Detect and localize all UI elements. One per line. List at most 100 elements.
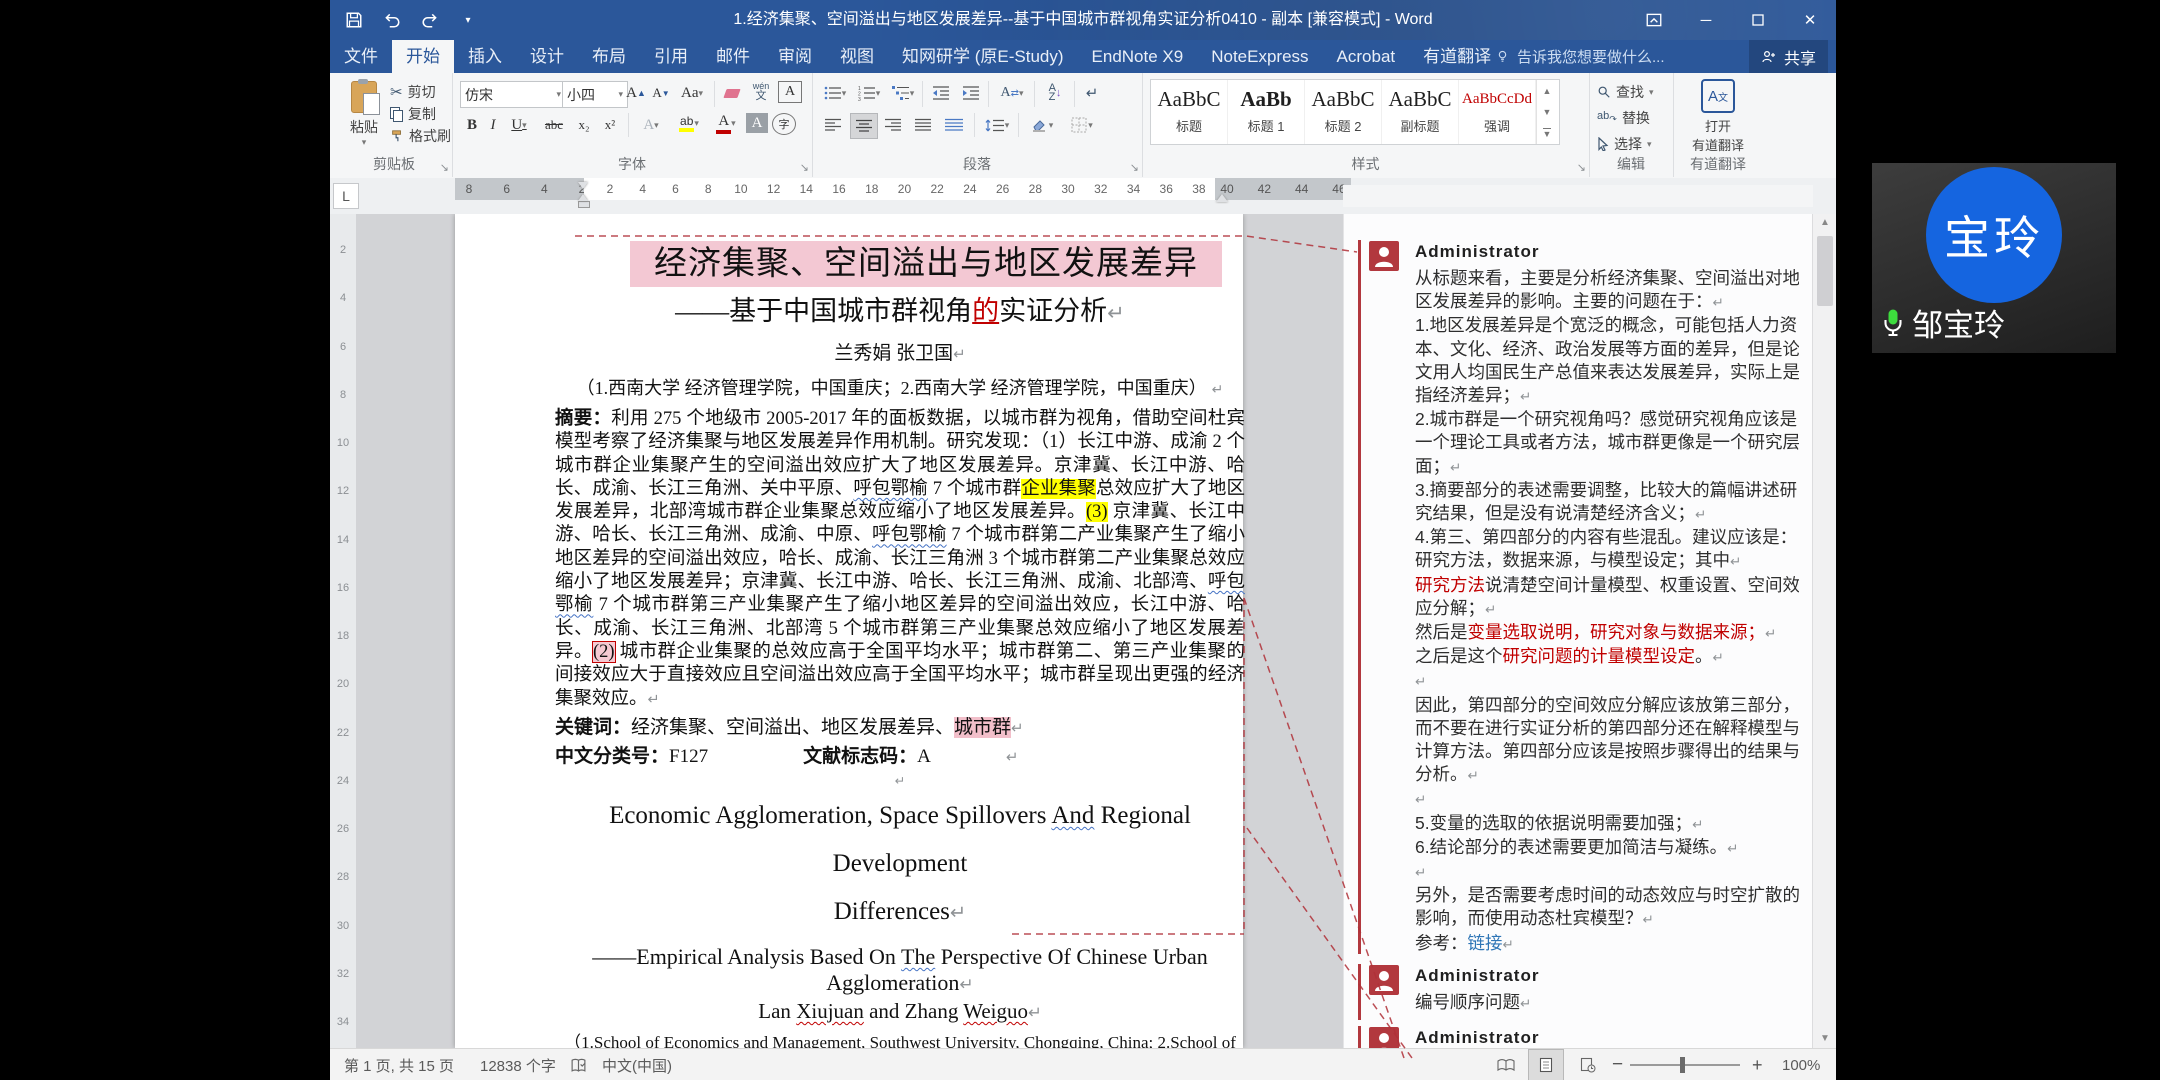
- youdao-open-button[interactable]: A文 打开 有道翻译: [1673, 79, 1763, 154]
- comment-card[interactable]: Administrator 少了对应的英文关键词↵: [1358, 1026, 1799, 1048]
- zoom-slider-track[interactable]: [1630, 1064, 1740, 1066]
- tab-design[interactable]: 设计: [516, 40, 578, 73]
- format-painter-button[interactable]: 格式刷: [390, 125, 451, 147]
- vertical-scrollbar[interactable]: ▲ ▼: [1812, 214, 1836, 1048]
- horizontal-ruler-left-margin[interactable]: 8642: [455, 178, 596, 200]
- tab-stop-selector[interactable]: L: [333, 183, 359, 209]
- find-button[interactable]: 查找▾: [1597, 81, 1654, 103]
- document-page[interactable]: 经济集聚、空间溢出与地区发展差异 ——基于中国城市群视角的实证分析↵ 兰秀娟 张…: [455, 214, 1243, 1048]
- bullets-button[interactable]: ▾: [820, 81, 850, 105]
- zoom-level[interactable]: 100%: [1782, 1049, 1820, 1080]
- horizontal-ruler[interactable]: 2468101214161820222426283032343638: [584, 178, 1215, 200]
- tab-acrobat[interactable]: Acrobat: [1323, 40, 1410, 73]
- align-left-button[interactable]: [820, 113, 846, 137]
- styles-dialog-launcher-icon[interactable]: ↘: [1577, 161, 1586, 174]
- tab-layout[interactable]: 布局: [578, 40, 640, 73]
- replace-button[interactable]: ab↷替换: [1597, 107, 1650, 129]
- read-mode-button[interactable]: [1488, 1049, 1524, 1080]
- enclose-characters-button[interactable]: 字: [772, 113, 796, 135]
- multilevel-list-button[interactable]: ▾: [888, 81, 918, 105]
- change-case-button[interactable]: Aa▾: [676, 81, 708, 105]
- tab-references[interactable]: 引用: [640, 40, 702, 73]
- style-item-subtitle[interactable]: AaBbC副标题: [1382, 80, 1459, 144]
- strikethrough-button[interactable]: abc: [538, 113, 570, 137]
- tell-me-box[interactable]: 告诉我您想要做什么...: [1495, 40, 1665, 73]
- sort-button[interactable]: AZ↓: [1040, 81, 1070, 105]
- font-color-button[interactable]: A▾: [710, 111, 742, 135]
- character-shading-button[interactable]: A: [746, 113, 768, 133]
- zoom-in-button[interactable]: +: [1752, 1049, 1763, 1080]
- scroll-up-icon[interactable]: ▲: [1813, 214, 1836, 232]
- vertical-ruler[interactable]: 246810121416182022242628303234: [330, 214, 356, 1048]
- paste-button[interactable]: 粘贴 ▾: [342, 81, 386, 148]
- page-indicator[interactable]: 第 1 页, 共 15 页: [344, 1049, 454, 1080]
- comment-link[interactable]: 链接: [1468, 933, 1503, 953]
- style-item-heading2[interactable]: AaBbC标题 2: [1305, 80, 1382, 144]
- borders-button[interactable]: ▾: [1064, 113, 1100, 137]
- font-name-combo[interactable]: 仿宋▾: [460, 81, 566, 108]
- align-center-button[interactable]: [850, 113, 878, 139]
- clipboard-dialog-launcher-icon[interactable]: ↘: [440, 161, 449, 174]
- comment-card[interactable]: Administrator 从标题来看，主要是分析经济集聚、空间溢出对地区发展差…: [1358, 240, 1799, 954]
- tab-youdao[interactable]: 有道翻译: [1409, 40, 1505, 73]
- superscript-button[interactable]: x²: [598, 113, 622, 137]
- select-button[interactable]: 选择▾: [1597, 133, 1652, 155]
- subscript-button[interactable]: x₂: [572, 113, 596, 137]
- styles-scroll-down-icon[interactable]: ▼: [1543, 107, 1552, 117]
- text-highlight-button[interactable]: ab▾: [672, 111, 706, 135]
- ribbon-display-options-icon[interactable]: [1628, 0, 1680, 40]
- zoom-out-button[interactable]: −: [1612, 1049, 1623, 1080]
- print-layout-button[interactable]: [1528, 1049, 1564, 1080]
- cut-button[interactable]: ✂剪切: [390, 81, 451, 103]
- close-button[interactable]: ✕: [1784, 0, 1836, 40]
- phonetic-guide-button[interactable]: wén文: [748, 79, 774, 103]
- language-indicator[interactable]: 中文(中国): [602, 1049, 672, 1080]
- tab-review[interactable]: 审阅: [764, 40, 826, 73]
- word-count[interactable]: 12838 个字: [480, 1049, 556, 1080]
- decrease-indent-button[interactable]: [928, 81, 954, 105]
- align-right-button[interactable]: [880, 113, 906, 137]
- right-indent-marker[interactable]: [1216, 194, 1228, 202]
- clear-formatting-icon[interactable]: [720, 81, 744, 105]
- styles-scroll-up-icon[interactable]: ▲: [1543, 86, 1552, 96]
- underline-button[interactable]: U ▾: [504, 113, 534, 137]
- numbering-button[interactable]: 123▾: [854, 81, 884, 105]
- shrink-font-button[interactable]: A▼: [650, 81, 672, 105]
- show-hide-marks-button[interactable]: ↵: [1080, 81, 1104, 105]
- asian-layout-button[interactable]: A⇄▾: [994, 81, 1030, 105]
- copy-button[interactable]: 复制: [390, 103, 451, 125]
- scrollbar-thumb[interactable]: [1817, 236, 1833, 306]
- distribute-button[interactable]: [940, 113, 968, 137]
- share-button[interactable]: 共享: [1749, 40, 1828, 73]
- italic-button[interactable]: I: [484, 113, 502, 137]
- tab-file[interactable]: 文件: [330, 40, 392, 73]
- tab-view[interactable]: 视图: [826, 40, 888, 73]
- bold-button[interactable]: B: [462, 113, 482, 137]
- line-spacing-button[interactable]: ▾: [980, 113, 1014, 137]
- tab-noteexpress[interactable]: NoteExpress: [1197, 40, 1322, 73]
- shading-button[interactable]: ▾: [1024, 113, 1060, 137]
- style-item-heading1[interactable]: AaBb标题 1: [1228, 80, 1305, 144]
- minimize-button[interactable]: ─: [1680, 0, 1732, 40]
- grow-font-button[interactable]: A▲: [624, 81, 648, 105]
- styles-more-icon[interactable]: ▼: [1543, 128, 1552, 139]
- horizontal-ruler-right-margin[interactable]: 40424446: [1215, 178, 1351, 200]
- paragraph-dialog-launcher-icon[interactable]: ↘: [1130, 161, 1139, 174]
- video-participant-tile[interactable]: 宝玲 邹宝玲: [1872, 163, 2116, 353]
- web-layout-button[interactable]: [1570, 1049, 1606, 1080]
- scroll-down-icon[interactable]: ▼: [1813, 1030, 1836, 1048]
- left-indent-marker[interactable]: [578, 182, 589, 208]
- font-size-combo[interactable]: 小四▾: [562, 81, 628, 108]
- text-effects-button[interactable]: A▾: [634, 113, 668, 137]
- increase-indent-button[interactable]: [958, 81, 984, 105]
- tab-cnki[interactable]: 知网研学 (原E-Study): [888, 40, 1078, 73]
- maximize-button[interactable]: [1732, 0, 1784, 40]
- proofing-icon[interactable]: [570, 1049, 587, 1080]
- font-dialog-launcher-icon[interactable]: ↘: [800, 161, 809, 174]
- tab-endnote[interactable]: EndNote X9: [1078, 40, 1198, 73]
- comment-card[interactable]: Administrator 编号顺序问题↵: [1358, 964, 1799, 1020]
- style-item-title[interactable]: AaBbC标题: [1151, 80, 1228, 144]
- character-border-button[interactable]: A: [778, 81, 802, 103]
- style-item-emphasis[interactable]: AaBbCcDd强调: [1459, 80, 1536, 144]
- tab-insert[interactable]: 插入: [454, 40, 516, 73]
